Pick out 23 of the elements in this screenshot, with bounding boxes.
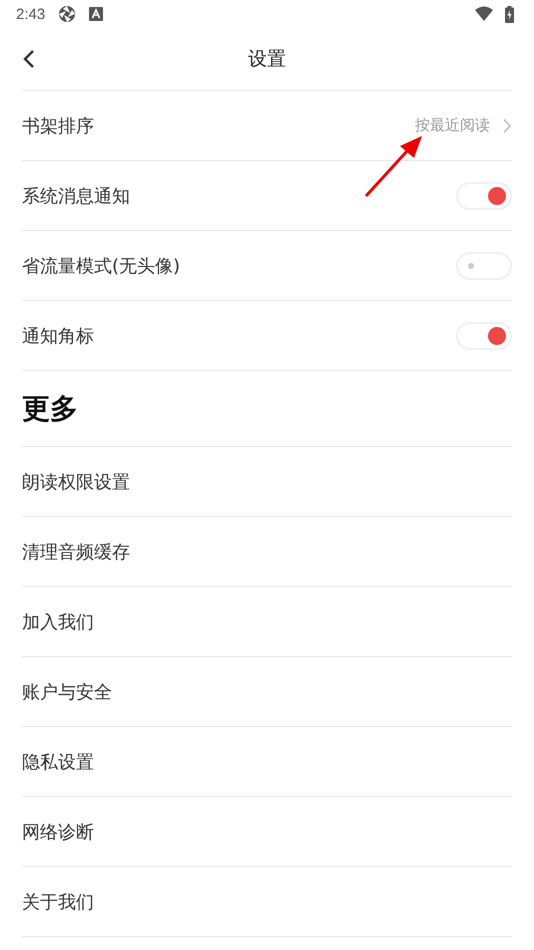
battery-charging-icon <box>505 6 514 22</box>
menu-item[interactable]: 关于我们 <box>22 890 512 914</box>
setting-label: 书架排序 <box>22 114 95 138</box>
toggle-switch[interactable] <box>456 252 512 280</box>
menu-item[interactable]: 账户与安全 <box>22 680 512 704</box>
toggle-switch[interactable] <box>456 182 512 210</box>
setting-label: 通知角标 <box>22 324 95 348</box>
page-title: 设置 <box>248 47 286 72</box>
chevron-icon <box>502 118 512 134</box>
setting-label: 省流量模式(无头像) <box>22 254 182 278</box>
font-icon <box>89 7 104 21</box>
toggle-switch[interactable] <box>456 322 512 350</box>
menu-item[interactable]: 朗读权限设置 <box>22 470 512 494</box>
status-time: 2:43 <box>16 6 46 22</box>
menu-item[interactable]: 清理音频缓存 <box>22 540 512 564</box>
setting-label: 系统消息通知 <box>22 184 131 208</box>
back-icon[interactable] <box>22 48 36 70</box>
aperture-icon <box>57 4 78 24</box>
menu-item[interactable]: 网络诊断 <box>22 820 512 844</box>
menu-item[interactable]: 加入我们 <box>22 610 512 634</box>
menu-item[interactable]: 隐私设置 <box>22 750 512 774</box>
section-title: 更多 <box>22 370 512 446</box>
wifi-icon <box>475 6 493 22</box>
